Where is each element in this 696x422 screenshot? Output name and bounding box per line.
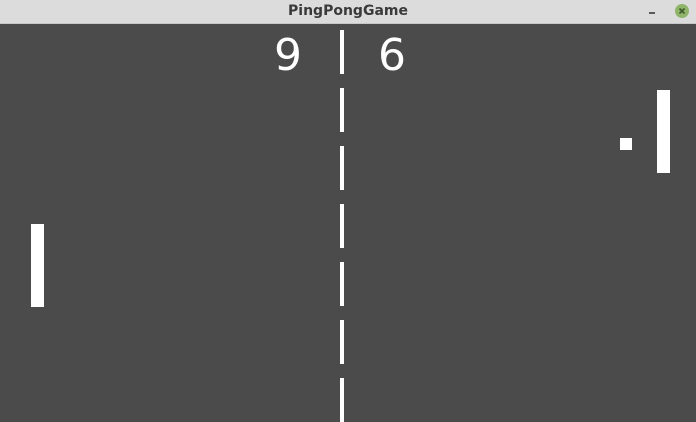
- score-right: 6: [378, 30, 406, 81]
- center-line-dash: [340, 262, 344, 306]
- score-left: 9: [274, 30, 302, 81]
- left-paddle: [31, 224, 44, 307]
- center-line-dash: [340, 320, 344, 364]
- center-line-dash: [340, 204, 344, 248]
- center-line-dash: [340, 30, 344, 74]
- center-line-dash: [340, 146, 344, 190]
- right-paddle: [657, 90, 670, 173]
- game-canvas[interactable]: 9 6: [0, 24, 696, 422]
- close-icon[interactable]: [675, 4, 689, 18]
- minimize-icon[interactable]: [644, 4, 660, 18]
- ball: [620, 138, 632, 150]
- titlebar[interactable]: PingPongGame: [0, 0, 696, 24]
- center-line-dash: [340, 88, 344, 132]
- center-line-dash: [340, 378, 344, 422]
- window-title: PingPongGame: [288, 3, 408, 19]
- game-window: PingPongGame 9 6: [0, 0, 696, 422]
